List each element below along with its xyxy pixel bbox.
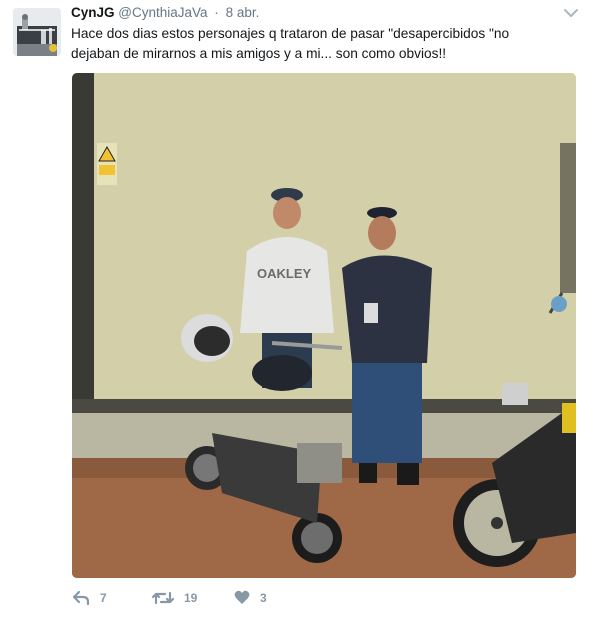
avatar[interactable] <box>13 8 61 56</box>
tweet-photo[interactable]: OAKLEY <box>72 73 576 578</box>
avatar-image <box>13 8 61 56</box>
tweet-header: CynJG @CynthiaJaVa · 8 abr. <box>71 5 259 20</box>
handle[interactable]: @CynthiaJaVa <box>118 5 207 20</box>
like-count: 3 <box>260 590 267 605</box>
like-action[interactable]: 3 <box>234 590 267 605</box>
heart-icon <box>234 590 250 605</box>
reply-action[interactable]: 7 <box>72 590 107 606</box>
separator-dot: · <box>214 5 219 20</box>
retweet-icon <box>152 590 174 606</box>
reply-icon <box>72 590 90 606</box>
timestamp[interactable]: 8 abr. <box>226 5 260 20</box>
svg-text:OAKLEY: OAKLEY <box>257 266 312 281</box>
retweet-count: 19 <box>184 591 198 605</box>
tweet-text: Hace dos dias estos personajes q trataro… <box>71 26 510 61</box>
warning-sign-icon <box>97 143 117 185</box>
retweet-action[interactable]: 19 <box>152 590 197 606</box>
tweet: CynJG @CynthiaJaVa · 8 abr. Hace dos dia… <box>0 0 596 617</box>
fullname[interactable]: CynJG <box>71 5 115 20</box>
photo-scene: OAKLEY <box>72 73 576 578</box>
reply-count: 7 <box>100 591 107 605</box>
chevron-down-icon[interactable] <box>563 6 579 18</box>
